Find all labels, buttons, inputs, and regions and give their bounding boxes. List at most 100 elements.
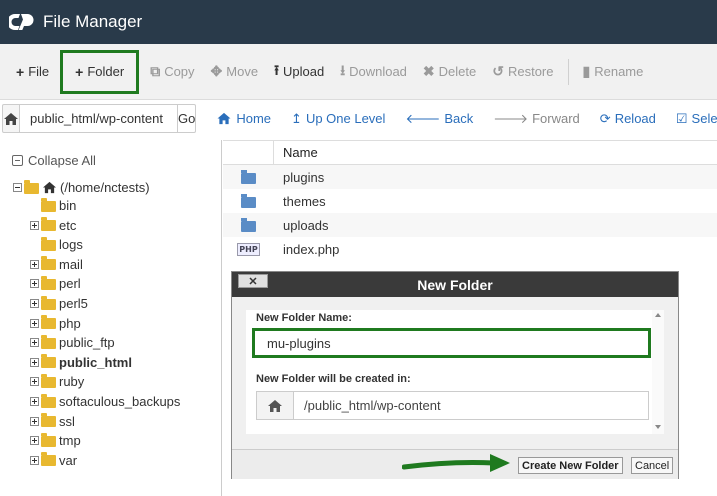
tree-item-label: ruby [59, 374, 85, 390]
tree-item-bin[interactable]: bin [30, 197, 76, 213]
file-list-header: Name [223, 140, 717, 165]
rename-button[interactable]: ▮ Rename [575, 54, 652, 90]
tree-item-ssl[interactable]: ssl [30, 413, 75, 429]
expand-toggle-icon[interactable] [30, 259, 39, 269]
copy-button[interactable]: ⧉ Copy [142, 54, 202, 90]
folder-icon [41, 452, 56, 467]
tree-item-softaculous-backups[interactable]: softaculous_backups [30, 393, 181, 409]
tree-item-label: tmp [59, 433, 81, 449]
expand-toggle-icon[interactable] [30, 338, 39, 348]
expand-toggle-icon[interactable] [30, 220, 39, 230]
tree-item-perl5[interactable]: perl5 [30, 295, 88, 311]
green-arrow-icon [402, 454, 510, 472]
expand-toggle-icon[interactable] [30, 357, 39, 367]
expand-toggle-icon[interactable] [30, 279, 39, 289]
expand-toggle-icon[interactable] [30, 416, 39, 426]
expand-toggle-icon[interactable] [30, 397, 39, 406]
home-link[interactable]: Home [216, 111, 271, 126]
icon-column-header [223, 141, 274, 164]
reload-icon: ⟳ [599, 110, 611, 126]
delete-button[interactable]: ✖ Delete [415, 54, 484, 90]
tree-item-label: var [59, 452, 78, 468]
file-icon-cell [223, 217, 274, 232]
dialog-footer: Create New Folder Cancel [232, 449, 678, 479]
up-one-level-label: Up One Level [305, 111, 386, 126]
location-home-icon-box [256, 391, 294, 420]
copy-icon: ⧉ [150, 63, 161, 79]
php-file-icon: PHP [237, 242, 260, 256]
tree-item-logs[interactable]: logs [30, 236, 83, 252]
path-home-button[interactable] [2, 104, 20, 133]
tree-item-etc[interactable]: etc [30, 217, 77, 233]
restore-button[interactable]: ↺ Restore [484, 54, 561, 90]
back-link[interactable]: 🡐 Back [405, 111, 473, 127]
new-folder-button[interactable]: + Folder [60, 49, 140, 94]
expand-toggle-icon[interactable] [30, 318, 39, 328]
expand-toggle-icon[interactable] [30, 377, 39, 387]
location-label: New Folder will be created in: [256, 373, 411, 385]
toolbar-divider [567, 58, 569, 85]
forward-link[interactable]: 🡒 Forward [493, 111, 580, 127]
copy-label: Copy [164, 64, 195, 79]
tree-item-public-html[interactable]: public_html [30, 354, 132, 370]
up-one-level-link[interactable]: ↥ Up One Level [291, 111, 385, 127]
move-label: Move [226, 64, 259, 79]
new-file-button[interactable]: + File [8, 54, 57, 90]
folder-icon [41, 295, 56, 310]
folder-name-input[interactable] [252, 328, 651, 358]
tree-item-php[interactable]: php [30, 315, 81, 331]
collapse-all-link[interactable]: Collapse All [12, 153, 96, 168]
file-row[interactable]: plugins [223, 165, 717, 189]
file-row[interactable]: uploads [223, 213, 717, 237]
tree-item-label: public_ftp [59, 335, 115, 351]
collapse-all-label: Collapse All [28, 153, 96, 168]
folder-icon [41, 373, 56, 388]
collapse-toggle-icon[interactable] [13, 183, 22, 192]
tree-item-public-ftp[interactable]: public_ftp [30, 334, 115, 351]
new-file-label: File [28, 64, 50, 79]
expand-toggle-icon[interactable] [30, 455, 39, 465]
tree-item-label: etc [59, 217, 77, 233]
expand-toggle-icon[interactable] [30, 299, 39, 308]
expand-toggle-icon[interactable] [30, 436, 39, 446]
location-field: /public_html/wp-content [256, 391, 649, 420]
tree-item-label: public_html [59, 354, 132, 370]
tree-item-perl[interactable]: perl [30, 275, 81, 291]
tree-item-mail[interactable]: mail [30, 256, 83, 272]
rename-icon: ▮ [582, 63, 591, 79]
select-all-link[interactable]: ☑ Select [676, 111, 717, 127]
tree-item-label: php [59, 315, 81, 331]
cancel-button[interactable]: Cancel [631, 457, 674, 474]
dialog-title: New Folder [417, 276, 493, 293]
name-column-header[interactable]: Name [274, 141, 318, 164]
open-folder-icon [24, 179, 39, 194]
file-row[interactable]: themes [223, 189, 717, 213]
upload-button[interactable]: ⭱ Upload [266, 54, 332, 90]
forward-arrow-icon: 🡒 [493, 110, 529, 126]
path-input[interactable] [20, 104, 178, 133]
tree-root[interactable]: (/home/nctests) [13, 179, 150, 195]
location-path: /public_html/wp-content [294, 391, 649, 420]
tree-item-label: mail [59, 256, 83, 272]
reload-link[interactable]: ⟳ Reload [600, 111, 656, 127]
tree-item-var[interactable]: var [30, 452, 78, 468]
file-row[interactable]: PHP index.php [223, 237, 717, 261]
tree-item-tmp[interactable]: tmp [30, 432, 81, 449]
folder-icon [41, 413, 56, 428]
restore-label: Restore [507, 64, 554, 79]
tree-item-label: ssl [59, 413, 75, 429]
folder-icon [41, 432, 56, 447]
move-button[interactable]: ✥ Move [203, 54, 267, 90]
folder-icon [241, 217, 256, 232]
go-button[interactable]: Go [178, 104, 197, 133]
close-icon[interactable]: ✕ [238, 274, 268, 288]
download-button[interactable]: ⭳ Download [332, 54, 415, 90]
tree-item-ruby[interactable]: ruby [30, 373, 85, 390]
create-new-folder-button[interactable]: Create New Folder [518, 457, 623, 474]
tree-item-label: softaculous_backups [59, 394, 181, 409]
dialog-scrollbar[interactable] [652, 310, 664, 434]
folder-icon [41, 334, 56, 349]
delete-icon: ✖ [422, 63, 435, 79]
